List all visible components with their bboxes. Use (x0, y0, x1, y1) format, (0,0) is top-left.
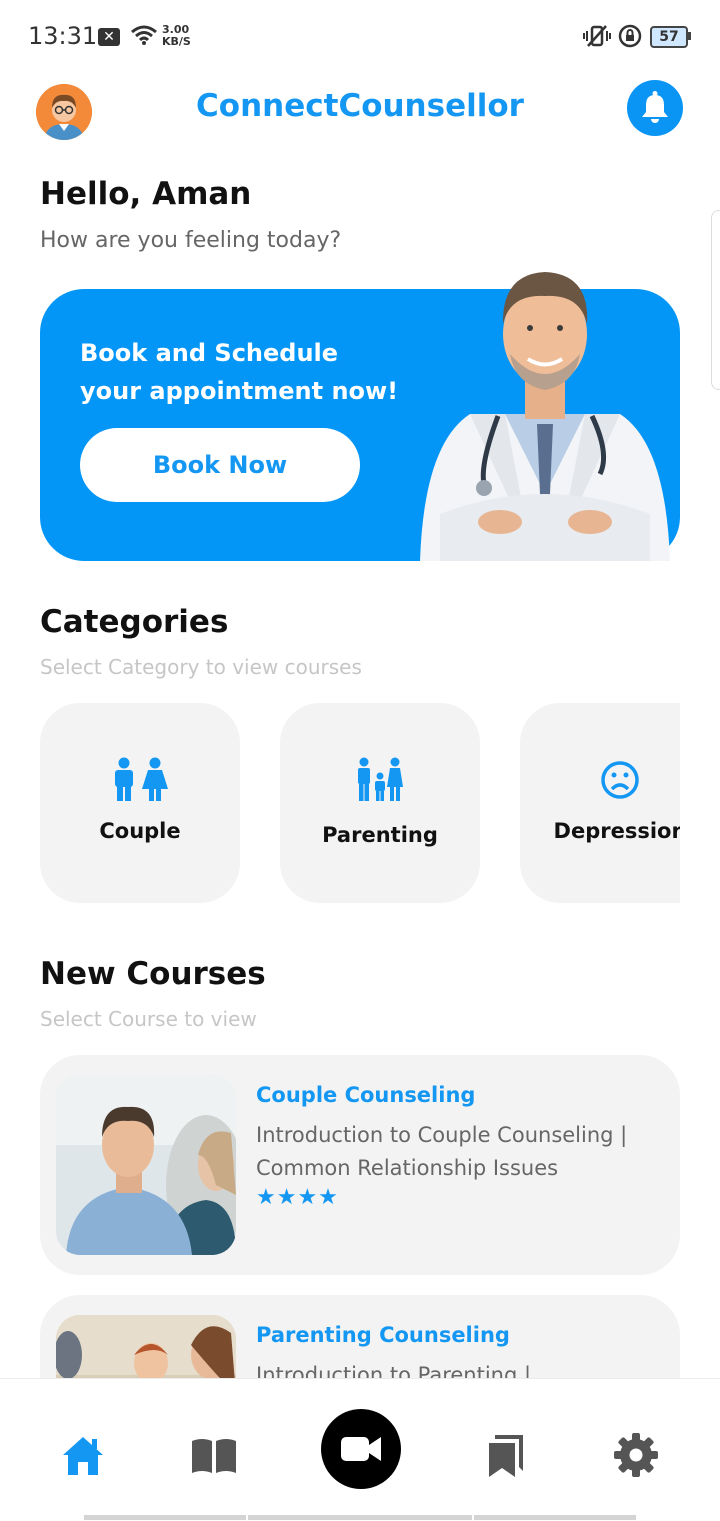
family-icon (280, 757, 480, 807)
courses-title: New Courses (40, 956, 266, 992)
bottom-navigation (0, 1378, 720, 1521)
status-time: 13:31 (28, 22, 98, 50)
home-icon (63, 1437, 103, 1475)
video-camera-icon (341, 1437, 381, 1461)
banner-line1: Book and Schedule (80, 339, 339, 367)
book-open-icon (192, 1439, 236, 1473)
couple-icon (40, 757, 240, 807)
nav-saved[interactable] (483, 1431, 531, 1479)
nav-home[interactable] (59, 1431, 107, 1479)
book-now-button[interactable]: Book Now (80, 428, 360, 502)
rotation-lock-icon (618, 24, 642, 48)
edge-scroll-handle[interactable] (711, 210, 720, 390)
category-label: Couple (99, 819, 181, 843)
banner-text: Book and Schedule your appointment now! (80, 334, 400, 410)
categories-subtitle: Select Category to view courses (40, 655, 362, 679)
network-speed-unit: KB/S (162, 35, 191, 48)
nav-settings[interactable] (612, 1431, 660, 1479)
wifi-icon (131, 25, 157, 45)
categories-title: Categories (40, 604, 229, 640)
battery-indicator: 57 (650, 26, 688, 48)
battery-tip (688, 32, 691, 40)
categories-list[interactable]: Couple Parenting Depression (40, 703, 680, 903)
category-label: Parenting (322, 823, 438, 847)
category-label: Depression (553, 819, 680, 843)
category-couple[interactable]: Couple (40, 703, 240, 903)
banner-line2: your appointment now! (80, 377, 399, 405)
course-title: Parenting Counseling (256, 1323, 510, 1347)
doctor-illustration (420, 272, 670, 561)
greeting-subtitle: How are you feeling today? (40, 228, 342, 253)
gesture-bar-right (474, 1515, 636, 1520)
greeting-title: Hello, Aman (40, 176, 252, 212)
course-image (56, 1075, 236, 1255)
category-parenting[interactable]: Parenting (280, 703, 480, 903)
bell-icon (642, 91, 668, 123)
app-title: ConnectCounsellor (196, 88, 524, 124)
network-speed: 3.00 KB/S (162, 24, 191, 48)
gesture-bar-center (248, 1515, 472, 1520)
gear-icon (614, 1433, 658, 1477)
rating-stars: ★★★★ (256, 1185, 339, 1210)
course-title: Couple Counseling (256, 1083, 476, 1107)
gesture-bar-left (84, 1515, 246, 1520)
course-description: Introduction to Couple Counseling | Comm… (256, 1123, 628, 1180)
category-depression[interactable]: Depression (520, 703, 680, 903)
bookmarks-icon (489, 1435, 523, 1477)
vibrate-icon (583, 25, 611, 47)
notification-x-icon: ✕ (98, 28, 120, 46)
courses-subtitle: Select Course to view (40, 1007, 257, 1031)
sad-face-icon (520, 757, 680, 804)
notifications-button[interactable] (627, 80, 683, 136)
course-card-couple[interactable]: Couple Counseling Introduction to Couple… (40, 1055, 680, 1275)
nav-courses[interactable] (190, 1431, 238, 1479)
nav-video-call[interactable] (321, 1409, 401, 1489)
